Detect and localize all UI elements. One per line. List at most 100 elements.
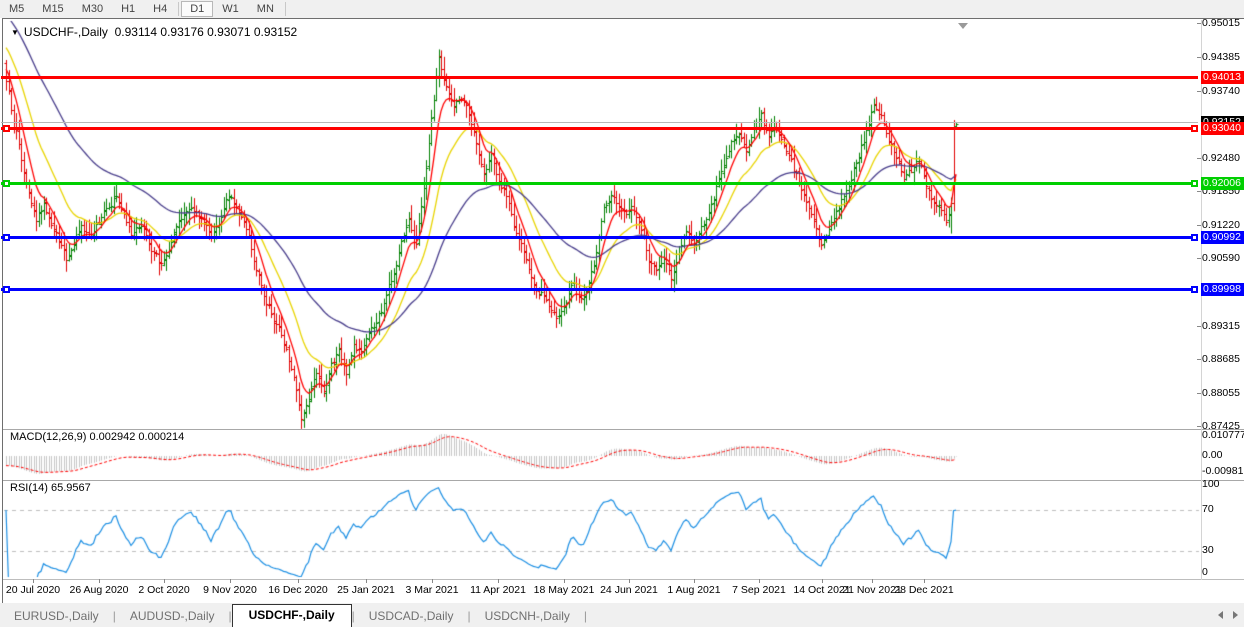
- date-axis-tick: [759, 579, 760, 583]
- date-axis-label: 11 Apr 2021: [470, 584, 526, 596]
- date-axis-label: 18 May 2021: [534, 584, 595, 596]
- chart-title-symbol: USDCHF-,Daily: [24, 25, 108, 39]
- tab-scroll-left-icon[interactable]: [1218, 611, 1223, 619]
- date-axis-tick: [694, 579, 695, 583]
- price-axis-tick: [1197, 57, 1201, 58]
- macd-scale-label: -0.00981: [1202, 465, 1243, 477]
- hline-handle[interactable]: [1191, 125, 1198, 132]
- hline-price-label: 0.94013: [1201, 71, 1244, 84]
- date-axis-tick: [298, 579, 299, 583]
- price-axis-label: 0.88685: [1202, 353, 1240, 365]
- tab-usdchf[interactable]: USDCHF-,Daily: [232, 604, 352, 627]
- tab-separator: |: [584, 609, 587, 627]
- hline-handle[interactable]: [1191, 234, 1198, 241]
- date-axis-tick: [924, 579, 925, 583]
- date-axis-label: 16 Dec 2020: [268, 584, 328, 596]
- application-window: M5M15M30H1H4 D1W1MN ▼ USDCHF-,Daily 0.9311…: [0, 0, 1244, 627]
- price-axis-label: 0.90590: [1202, 252, 1240, 264]
- horizontal-line-0.92006[interactable]: [1, 182, 1198, 185]
- price-axis-label: 0.89315: [1202, 320, 1240, 332]
- chart-title-collapse-icon[interactable]: ▼: [11, 28, 19, 37]
- date-axis-tick: [230, 579, 231, 583]
- horizontal-line-0.93040[interactable]: [1, 127, 1198, 130]
- date-axis-tick: [432, 579, 433, 583]
- tab-usdcnh[interactable]: USDCNH-,Daily: [471, 606, 584, 627]
- price-axis-tick: [1197, 326, 1201, 327]
- toolbar-separator: [178, 2, 179, 16]
- price-axis-label: 0.93740: [1202, 85, 1240, 97]
- timeframe-button-m15[interactable]: M15: [33, 1, 72, 17]
- timeframe-button-d1[interactable]: D1: [181, 1, 213, 17]
- hline-price-label: 0.90992: [1201, 231, 1244, 244]
- date-axis-tick: [99, 579, 100, 583]
- tab-usdcad[interactable]: USDCAD-,Daily: [355, 606, 468, 627]
- chart-window: ▼ USDCHF-,Daily 0.93114 0.93176 0.93071 0…: [2, 18, 1244, 604]
- chart-canvas[interactable]: [3, 19, 1244, 603]
- timeframe-button-m30[interactable]: M30: [73, 1, 112, 17]
- hline-handle[interactable]: [3, 234, 10, 241]
- date-axis-separator: [3, 579, 1244, 580]
- date-axis-tick: [33, 579, 34, 583]
- timeframe-button-mn[interactable]: MN: [248, 1, 283, 17]
- chart-shift-marker-icon: [958, 23, 968, 29]
- chart-title: ▼ USDCHF-,Daily 0.93114 0.93176 0.93071 0…: [11, 25, 297, 39]
- hline-price-label: 0.89998: [1201, 283, 1244, 296]
- price-axis-tick: [1197, 158, 1201, 159]
- timeframe-button-w1[interactable]: W1: [213, 1, 248, 17]
- price-axis-tick: [1197, 393, 1201, 394]
- date-axis-label: 9 Nov 2020: [203, 584, 257, 596]
- hline-handle[interactable]: [3, 125, 10, 132]
- price-axis-tick: [1197, 225, 1201, 226]
- price-axis-label: 0.91220: [1202, 219, 1240, 231]
- date-axis-label: 24 Jun 2021: [600, 584, 658, 596]
- date-axis-label: 21 Nov 2021: [842, 584, 902, 596]
- hline-price-label: 0.93040: [1201, 122, 1244, 135]
- chart-title-ohlc: 0.93114 0.93176 0.93071 0.93152: [115, 25, 298, 39]
- tab-scroll-right-icon[interactable]: [1233, 611, 1238, 619]
- rsi-scale-label: 30: [1202, 544, 1214, 556]
- rsi-indicator-label: RSI(14) 65.9567: [10, 482, 91, 494]
- horizontal-line-0.89998[interactable]: [1, 288, 1198, 291]
- hline-price-label: 0.92006: [1201, 177, 1244, 190]
- chart-tab-bar: EURUSD-,Daily|AUDUSD-,Daily|USDCHF-,Dail…: [0, 603, 1244, 627]
- date-axis-label: 2 Oct 2020: [138, 584, 189, 596]
- macd-rsi-splitter[interactable]: [3, 480, 1244, 481]
- date-axis-label: 26 Aug 2020: [70, 584, 129, 596]
- price-axis-label: 0.95015: [1202, 17, 1240, 29]
- macd-indicator-label: MACD(12,26,9) 0.002942 0.000214: [10, 431, 184, 443]
- date-axis-label: 3 Mar 2021: [405, 584, 458, 596]
- timeframe-button-h4[interactable]: H4: [144, 1, 176, 17]
- date-axis-label: 28 Dec 2021: [894, 584, 954, 596]
- rsi-scale-label: 100: [1202, 478, 1220, 490]
- date-axis-label: 1 Aug 2021: [667, 584, 720, 596]
- hline-handle[interactable]: [3, 286, 10, 293]
- macd-scale-label: 0.00: [1202, 449, 1222, 461]
- date-axis-tick: [366, 579, 367, 583]
- horizontal-line-0.90992[interactable]: [1, 236, 1198, 239]
- tab-eurusd[interactable]: EURUSD-,Daily: [0, 606, 113, 627]
- hline-handle[interactable]: [1191, 286, 1198, 293]
- date-axis-tick: [629, 579, 630, 583]
- price-axis-label: 0.94385: [1202, 51, 1240, 63]
- timeframe-button-h1[interactable]: H1: [112, 1, 144, 17]
- date-axis-tick: [498, 579, 499, 583]
- date-axis-label: 20 Jul 2020: [6, 584, 60, 596]
- price-macd-splitter[interactable]: [3, 429, 1244, 430]
- date-axis-label: 7 Sep 2021: [732, 584, 786, 596]
- horizontal-line-0.94013[interactable]: [1, 76, 1198, 79]
- bid-price-line: [1, 122, 1198, 123]
- price-axis-tick: [1197, 191, 1201, 192]
- date-axis-tick: [164, 579, 165, 583]
- price-axis-tick: [1197, 426, 1201, 427]
- toolbar-separator: [285, 2, 286, 16]
- tab-audusd[interactable]: AUDUSD-,Daily: [116, 606, 229, 627]
- price-axis-divider: [1201, 20, 1202, 580]
- tab-scroll-controls: [1218, 611, 1238, 619]
- hline-handle[interactable]: [1191, 180, 1198, 187]
- macd-scale-label: 0.010777: [1202, 429, 1244, 441]
- date-axis-label: 25 Jan 2021: [337, 584, 395, 596]
- price-axis-tick: [1197, 91, 1201, 92]
- timeframe-button-m5[interactable]: M5: [0, 1, 33, 17]
- date-axis-tick: [822, 579, 823, 583]
- hline-handle[interactable]: [3, 180, 10, 187]
